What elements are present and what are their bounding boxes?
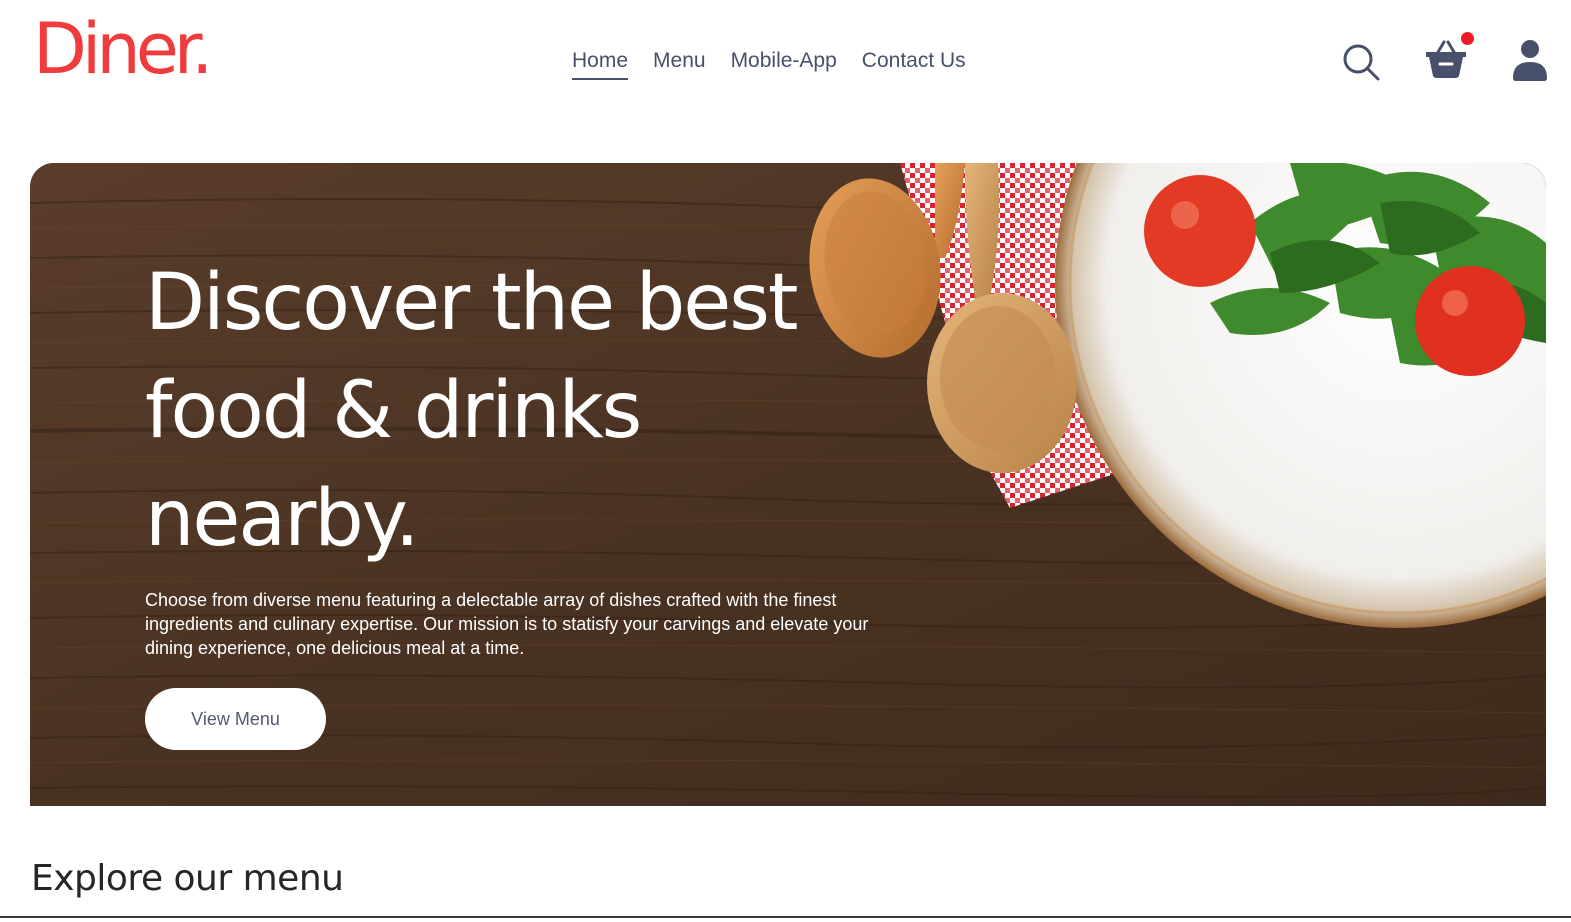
main-nav: Home Menu Mobile-App Contact Us — [572, 48, 966, 80]
brand-logo[interactable]: Diner. — [33, 14, 213, 84]
nav-item-home[interactable]: Home — [572, 48, 629, 80]
hero-title: Discover the best food & drinks nearby. — [145, 258, 799, 564]
hero-banner: Discover the best food & drinks nearby. … — [30, 163, 1546, 806]
section-divider — [0, 916, 1571, 918]
cart-notification-dot — [1461, 32, 1474, 45]
nav-item-menu[interactable]: Menu — [653, 48, 706, 78]
nav-item-contact-us[interactable]: Contact Us — [862, 48, 966, 78]
hero-description: Choose from diverse menu featuring a del… — [145, 590, 869, 658]
nav-item-mobile-app[interactable]: Mobile-App — [731, 48, 837, 78]
profile-icon[interactable] — [1510, 38, 1550, 82]
explore-menu-heading: Explore our menu — [31, 858, 344, 899]
search-icon[interactable] — [1341, 42, 1381, 82]
view-menu-button[interactable]: View Menu — [145, 688, 326, 750]
basket-icon[interactable] — [1424, 38, 1468, 82]
site-header: Diner. Home Menu Mobile-App Contact Us — [0, 0, 1571, 125]
